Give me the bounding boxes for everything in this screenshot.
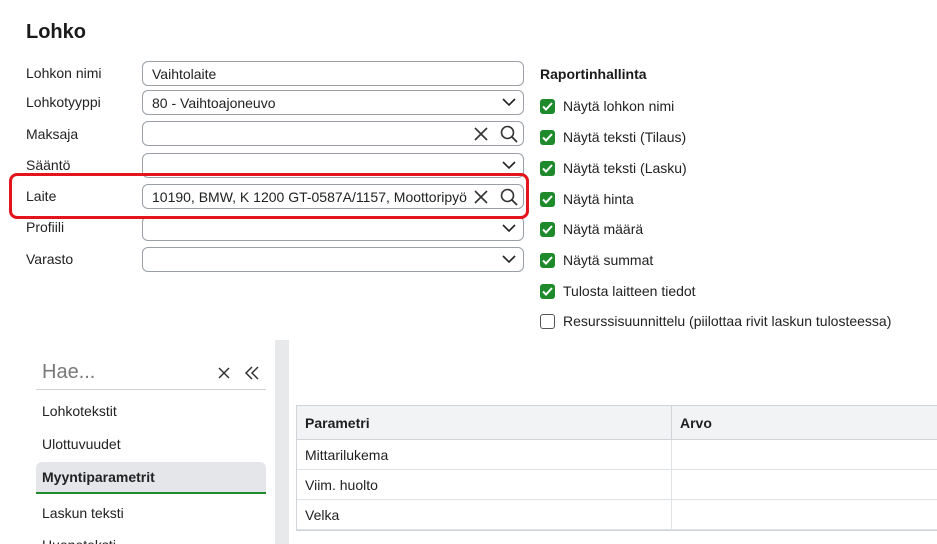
report-option-label: Näytä summat bbox=[563, 252, 654, 268]
checkbox-checked-icon[interactable] bbox=[540, 98, 555, 114]
report-option-label: Näytä teksti (Tilaus) bbox=[563, 129, 687, 145]
label-lohkon-nimi: Lohkon nimi bbox=[26, 65, 102, 81]
table-row[interactable]: Mittarilukema bbox=[297, 440, 937, 470]
label-varasto: Varasto bbox=[26, 251, 74, 267]
checkbox-checked-icon[interactable] bbox=[540, 221, 555, 237]
sidebar-search-input[interactable]: Hae... bbox=[36, 361, 210, 384]
table-cell: Viim. huolto bbox=[297, 470, 672, 499]
table-cell-value[interactable] bbox=[672, 500, 680, 529]
report-option-teksti-lasku[interactable]: Näytä teksti (Lasku) bbox=[540, 160, 687, 176]
laite-highlight bbox=[9, 173, 529, 219]
sidebar-item-lohkotekstit[interactable]: Lohkotekstit bbox=[36, 395, 266, 427]
profiili-select[interactable] bbox=[142, 216, 524, 241]
parameters-table: Parametri Arvo Mittarilukema Viim. huolt… bbox=[296, 405, 937, 531]
table-cell: Velka bbox=[297, 500, 672, 529]
report-option-teksti-tilaus[interactable]: Näytä teksti (Tilaus) bbox=[540, 129, 686, 145]
lohkotyyppi-select[interactable]: 80 - Vaihtoajoneuvo bbox=[142, 90, 524, 115]
lohkon-nimi-value: Vaihtolaite bbox=[152, 65, 217, 82]
panel-splitter[interactable] bbox=[275, 340, 289, 544]
report-option-maara[interactable]: Näytä määrä bbox=[540, 221, 643, 237]
report-section-title: Raportinhallinta bbox=[540, 66, 647, 82]
report-option-hinta[interactable]: Näytä hinta bbox=[540, 191, 634, 207]
label-maksaja: Maksaja bbox=[26, 126, 79, 142]
table-cell-value[interactable] bbox=[672, 440, 680, 469]
sidebar-item-myyntiparametrit[interactable]: Myyntiparametrit bbox=[36, 462, 266, 494]
report-option-label: Näytä hinta bbox=[563, 191, 634, 207]
table-row[interactable]: Viim. huolto bbox=[297, 470, 937, 500]
checkbox-checked-icon[interactable] bbox=[540, 191, 555, 207]
report-option-resurssisuunnittelu[interactable]: Resurssisuunnittelu (piilottaa rivit las… bbox=[540, 313, 891, 329]
report-option-lohkon-nimi[interactable]: Näytä lohkon nimi bbox=[540, 98, 674, 114]
table-cell: Mittarilukema bbox=[297, 440, 672, 469]
column-header-arvo[interactable]: Arvo bbox=[672, 406, 712, 439]
sidebar-item-huoneteksti[interactable]: Huoneteksti bbox=[36, 530, 266, 544]
checkbox-checked-icon[interactable] bbox=[540, 252, 555, 268]
label-saanto: Sääntö bbox=[26, 157, 71, 173]
checkbox-checked-icon[interactable] bbox=[540, 283, 555, 299]
collapse-double-chevron-icon[interactable] bbox=[238, 359, 266, 387]
table-cell-value[interactable] bbox=[672, 470, 680, 499]
report-option-label: Näytä määrä bbox=[563, 221, 644, 237]
search-icon[interactable] bbox=[495, 122, 523, 145]
checkbox-unchecked-icon[interactable] bbox=[540, 313, 555, 329]
varasto-select[interactable] bbox=[142, 247, 524, 272]
sidebar-item-ulottuvuudet[interactable]: Ulottuvuudet bbox=[36, 428, 266, 460]
report-option-laitteen-tiedot[interactable]: Tulosta laitteen tiedot bbox=[540, 283, 696, 299]
maksaja-input[interactable] bbox=[142, 121, 524, 146]
checkbox-checked-icon[interactable] bbox=[540, 129, 555, 145]
table-header: Parametri Arvo bbox=[297, 406, 937, 440]
report-option-label: Näytä lohkon nimi bbox=[563, 98, 675, 114]
sidebar-search[interactable]: Hae... bbox=[36, 356, 266, 390]
table-row[interactable]: Velka bbox=[297, 500, 937, 530]
label-profiili: Profiili bbox=[26, 219, 65, 235]
report-option-label: Resurssisuunnittelu (piilottaa rivit las… bbox=[563, 313, 892, 329]
chevron-down-icon[interactable] bbox=[495, 248, 523, 271]
report-option-label: Tulosta laitteen tiedot bbox=[563, 283, 696, 299]
close-icon[interactable] bbox=[210, 359, 238, 387]
label-lohkotyyppi: Lohkotyyppi bbox=[26, 94, 101, 110]
page-title: Lohko bbox=[26, 21, 86, 43]
report-option-label: Näytä teksti (Lasku) bbox=[563, 160, 687, 176]
report-option-summat[interactable]: Näytä summat bbox=[540, 252, 653, 268]
chevron-down-icon[interactable] bbox=[495, 217, 523, 240]
lohkon-nimi-input[interactable]: Vaihtolaite bbox=[142, 61, 524, 86]
clear-icon[interactable] bbox=[467, 122, 495, 145]
checkbox-checked-icon[interactable] bbox=[540, 160, 555, 176]
chevron-down-icon[interactable] bbox=[495, 91, 523, 114]
lohkotyyppi-value: 80 - Vaihtoajoneuvo bbox=[152, 94, 276, 111]
sidebar-item-laskun-teksti[interactable]: Laskun teksti bbox=[36, 497, 266, 529]
column-header-parametri[interactable]: Parametri bbox=[297, 406, 672, 439]
